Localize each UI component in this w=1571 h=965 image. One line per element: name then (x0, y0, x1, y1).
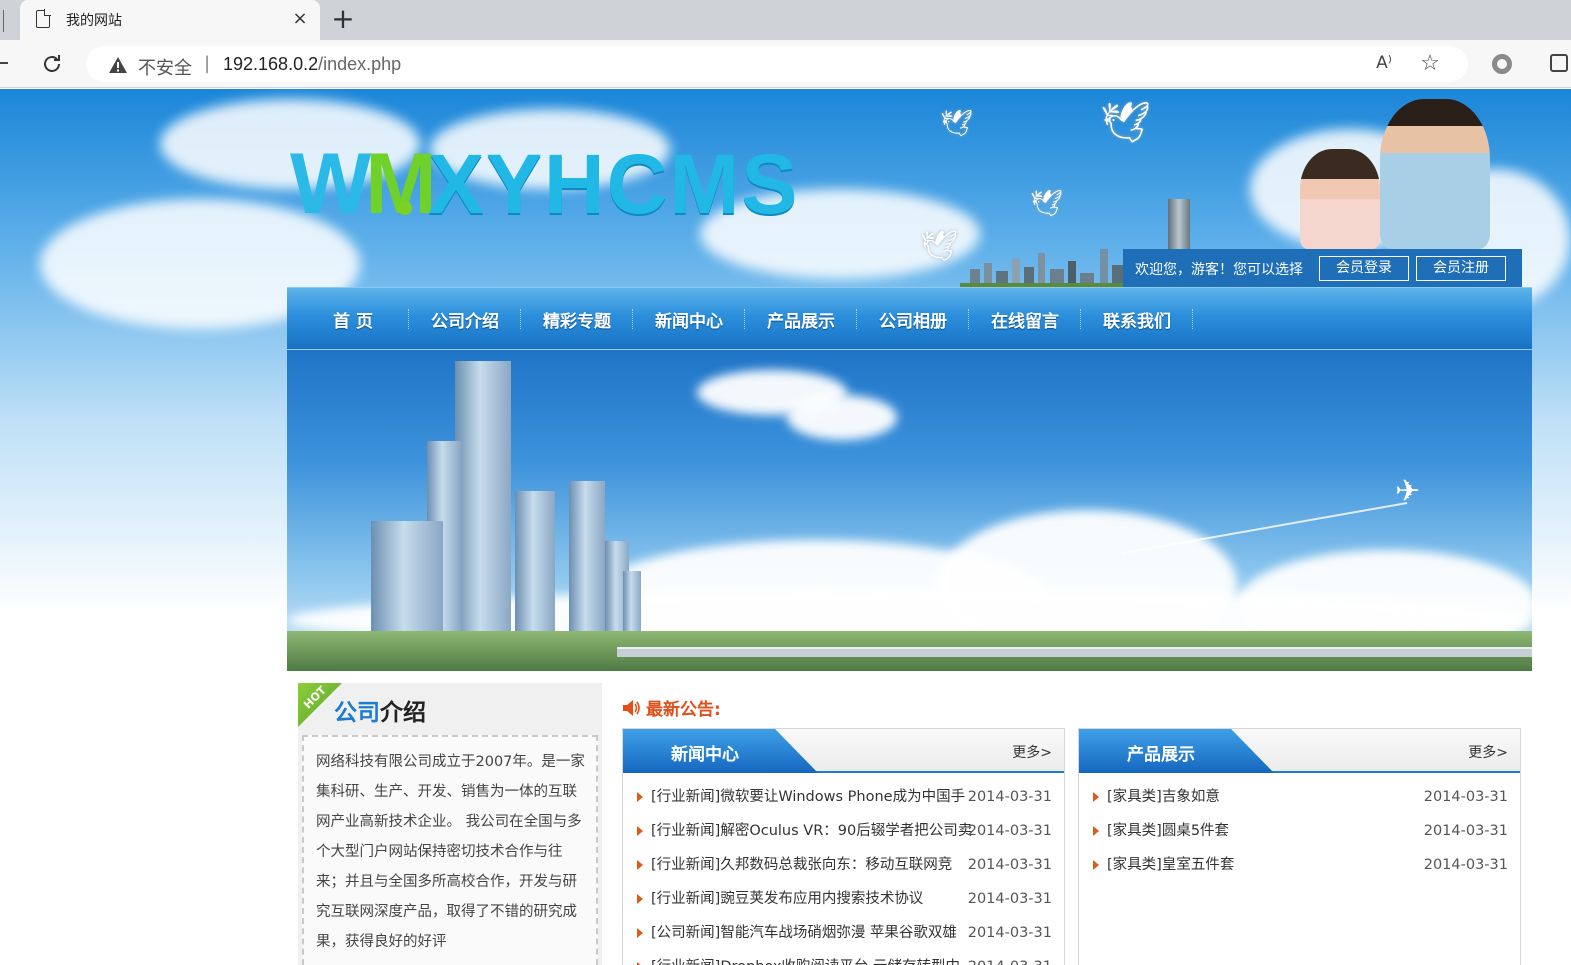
browser-tab-bar: 我的网站 × + (0, 0, 1571, 40)
products-panel: 产品展示 更多> [家具类]吉象如意 2014-03-31 [家具类]圆桌5件套 2… (1078, 728, 1521, 965)
insecure-label[interactable]: 不安全 (138, 54, 192, 80)
dove-icon: 🕊 (1030, 189, 1064, 219)
browser-tab[interactable]: 我的网站 × (20, 0, 320, 40)
tab-title: 我的网站 (66, 13, 122, 29)
warning-icon[interactable] (108, 56, 128, 74)
skyscraper (569, 481, 605, 631)
products-panel-header: 产品展示 更多> (1079, 729, 1520, 773)
main-navigation: 首 页 公司介绍 精彩专题 新闻中心 产品展示 公司相册 在线留言 联系我们 (287, 287, 1532, 349)
news-more-link[interactable]: 更多> (1012, 742, 1052, 762)
news-panel: 新闻中心 更多> [行业新闻]微软要让Windows Phone成为中国手 201… (622, 728, 1065, 965)
url-text[interactable]: 192.168.0.2/index.php (223, 54, 401, 75)
skyscraper (515, 491, 555, 631)
previous-tab-edge[interactable] (0, 10, 4, 32)
nav-item-news[interactable]: 新闻中心 (633, 307, 745, 332)
news-list: [行业新闻]微软要让Windows Phone成为中国手 2014-03-31 [… (623, 773, 1064, 965)
woman-figure (1300, 149, 1380, 249)
nav-item-home[interactable]: 首 页 (297, 307, 409, 332)
bridge-rail (617, 647, 1532, 657)
speaker-icon (623, 700, 640, 716)
arrow-icon (637, 894, 643, 904)
dove-icon: 🕊 (1100, 100, 1151, 146)
nav-item-about[interactable]: 公司介绍 (409, 307, 521, 332)
favorite-star-icon[interactable]: ☆ (1418, 51, 1442, 76)
logo-dot (398, 201, 412, 215)
url-host: 192.168.0.2 (223, 54, 319, 74)
hero-banner: ✈ (287, 350, 1532, 671)
arrow-icon (637, 928, 643, 938)
document-icon (36, 9, 51, 28)
profile-icon[interactable] (1550, 54, 1568, 72)
latest-notice-label: 最新公告: (646, 700, 721, 720)
news-panel-header: 新闻中心 更多> (623, 729, 1064, 773)
welcome-text: 欢迎您，游客！您可以选择 (1135, 262, 1303, 278)
address-bar[interactable]: 不安全 | 192.168.0.2/index.php A⁾ ☆ (86, 46, 1468, 82)
skyscraper (623, 571, 641, 631)
nav-item-album[interactable]: 公司相册 (857, 307, 969, 332)
product-item[interactable]: [家具类]吉象如意 2014-03-31 (1093, 787, 1508, 821)
logo-mark: WM (290, 136, 437, 232)
member-register-button[interactable]: 会员注册 (1416, 256, 1506, 281)
company-intro-body: 网络科技有限公司成立于2007年。是一家集科研、生产、开发、销售为一体的互联网产… (302, 735, 598, 965)
nav-item-products[interactable]: 产品展示 (745, 307, 857, 332)
member-welcome-bar: 欢迎您，游客！您可以选择 会员登录 会员注册 (1123, 249, 1522, 287)
url-path: /index.php (318, 54, 402, 74)
web-page: WM XYHCMS 🕊 🕊 🕊 🕊 欢迎您，游客！您可以选择 会员登录 会员注册… (0, 89, 1571, 965)
read-aloud-icon[interactable]: A⁾ (1372, 53, 1396, 73)
company-intro-title[interactable]: 公司介绍 (334, 693, 426, 727)
nav-item-guestbook[interactable]: 在线留言 (969, 307, 1081, 332)
tall-tower (1168, 199, 1190, 255)
back-arrow-icon[interactable] (0, 62, 8, 64)
city-skyline (960, 249, 1140, 289)
dove-icon: 🕊 (940, 109, 974, 139)
products-more-link[interactable]: 更多> (1468, 742, 1508, 762)
product-item[interactable]: [家具类]皇室五件套 2014-03-31 (1093, 855, 1508, 889)
news-item[interactable]: [行业新闻]豌豆荚发布应用内搜索技术协议 2014-03-31 (637, 889, 1052, 923)
logo-text: XYHCMS (428, 137, 800, 231)
news-item[interactable]: [行业新闻]Dropbox收购阅读平台 云储存转型中2014-03-31 (637, 957, 1052, 965)
products-panel-tab[interactable]: 产品展示 (1079, 729, 1274, 773)
company-intro-panel: HOT 公司介绍 网络科技有限公司成立于2007年。是一家集科研、生产、开发、销… (298, 683, 602, 965)
news-item[interactable]: [公司新闻]智能汽车战场硝烟弥漫 苹果谷歌双雄 2014-03-31 (637, 923, 1052, 957)
products-list: [家具类]吉象如意 2014-03-31 [家具类]圆桌5件套 2014-03-31… (1079, 773, 1520, 889)
banner-cloud (787, 395, 897, 440)
arrow-icon (1093, 826, 1099, 836)
extension-icon[interactable] (1492, 54, 1512, 74)
nav-item-contact[interactable]: 联系我们 (1081, 307, 1193, 332)
arrow-icon (1093, 860, 1099, 870)
airplane-icon: ✈ (1395, 474, 1421, 509)
arrow-icon (637, 826, 643, 836)
skyscraper (371, 521, 443, 631)
arrow-icon (637, 860, 643, 870)
new-tab-button[interactable]: + (330, 4, 356, 34)
news-panel-tab[interactable]: 新闻中心 (623, 729, 818, 773)
dove-icon: 🕊 (920, 229, 959, 264)
tab-close-icon[interactable]: × (290, 8, 310, 29)
address-separator: | (204, 53, 211, 74)
reload-icon[interactable] (40, 52, 64, 76)
arrow-icon (637, 792, 643, 802)
arrow-icon (1093, 792, 1099, 802)
news-item[interactable]: [行业新闻]解密Oculus VR：90后辍学者把公司卖 2014-03-31 (637, 821, 1052, 855)
man-figure (1380, 99, 1490, 249)
skyscraper (455, 361, 511, 631)
news-item[interactable]: [行业新闻]久邦数码总裁张向东：移动互联网竞 2014-03-31 (637, 855, 1052, 889)
site-logo[interactable]: WM XYHCMS (290, 139, 950, 229)
member-login-button[interactable]: 会员登录 (1319, 256, 1409, 281)
nav-item-topics[interactable]: 精彩专题 (521, 307, 633, 332)
browser-toolbar: 不安全 | 192.168.0.2/index.php A⁾ ☆ (0, 40, 1571, 88)
news-item[interactable]: [行业新闻]微软要让Windows Phone成为中国手 2014-03-31 (637, 787, 1052, 821)
product-item[interactable]: [家具类]圆桌5件套 2014-03-31 (1093, 821, 1508, 855)
company-intro-text: 网络科技有限公司成立于2007年。是一家集科研、生产、开发、销售为一体的互联网产… (316, 754, 585, 950)
